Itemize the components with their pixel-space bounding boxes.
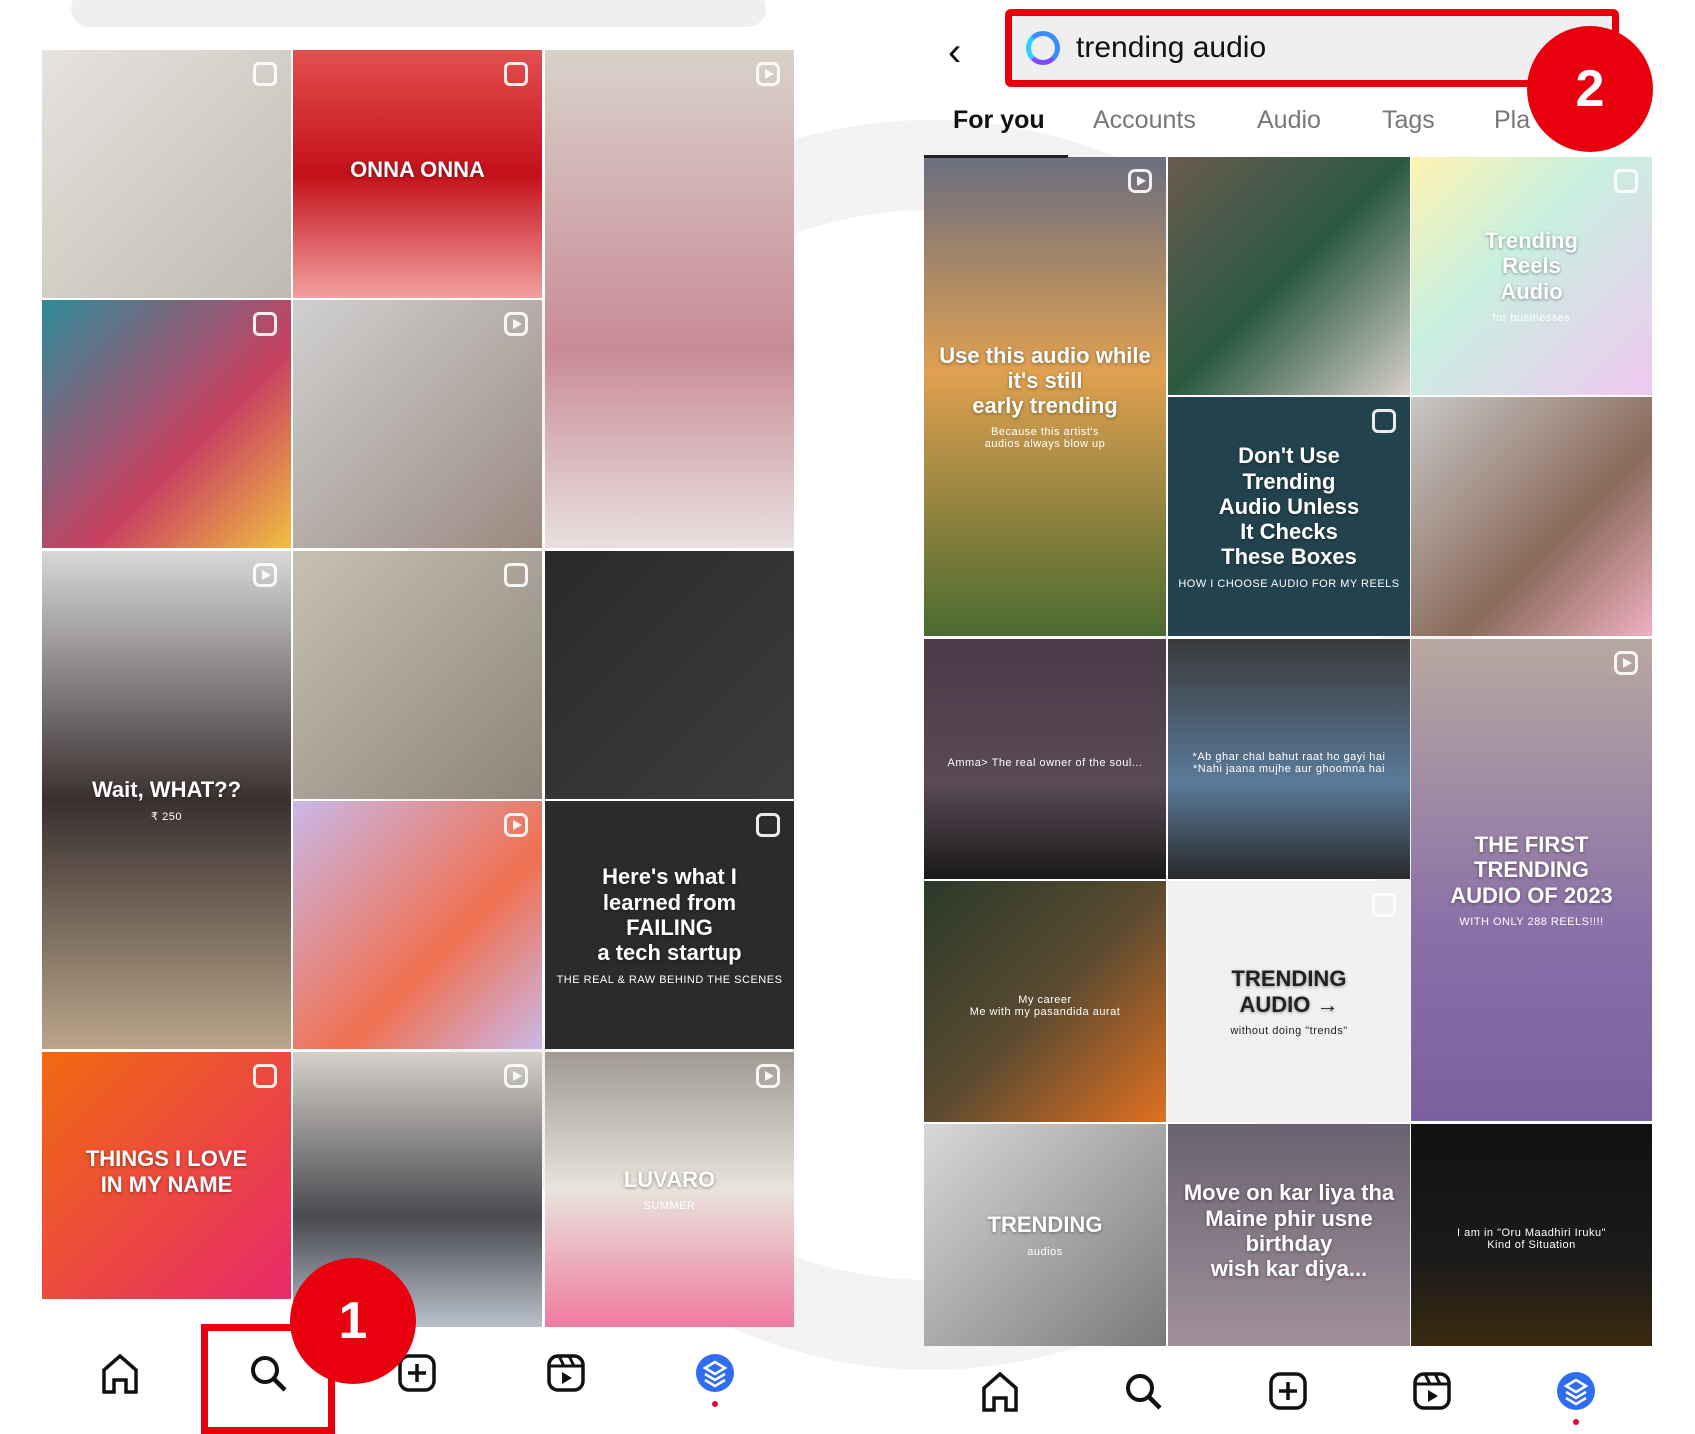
- tab-places[interactable]: Pla: [1494, 106, 1530, 135]
- grid-post[interactable]: TRENDING audios: [924, 1124, 1166, 1346]
- profile-nav-button[interactable]: [1554, 1369, 1598, 1413]
- home-icon: [102, 1353, 138, 1394]
- post-caption: Use this audio while it's still early tr…: [939, 342, 1151, 419]
- carousel-icon: [504, 563, 528, 587]
- post-subcaption: THE REAL & RAW BEHIND THE SCENES: [556, 973, 783, 986]
- tab-audio[interactable]: Audio: [1257, 106, 1321, 135]
- post-subcaption: audios: [1027, 1245, 1063, 1258]
- grid-post[interactable]: *Ab ghar chal bahut raat ho gayi hai *Na…: [1168, 639, 1410, 879]
- reel-icon: [756, 62, 780, 86]
- reel-icon: [504, 312, 528, 336]
- carousel-icon: [1614, 169, 1638, 193]
- grid-post[interactable]: ONNA ONNA: [293, 50, 542, 298]
- profile-nav-button[interactable]: [693, 1351, 737, 1395]
- post-caption: LUVARO: [623, 1166, 716, 1192]
- post-caption: Trending Reels Audio: [1485, 228, 1578, 304]
- grid-post[interactable]: [293, 801, 542, 1049]
- grid-post[interactable]: Don't Use Trending Audio Unless It Check…: [1168, 397, 1410, 636]
- post-subcaption: WITH ONLY 288 REELS!!!!: [1459, 915, 1604, 928]
- grid-post[interactable]: Use this audio while it's still early tr…: [924, 157, 1166, 636]
- grid-post[interactable]: Amma> The real owner of the soul...: [924, 639, 1166, 879]
- home-icon: [982, 1371, 1018, 1412]
- grid-post[interactable]: [42, 300, 291, 548]
- reel-icon: [1614, 651, 1638, 675]
- grid-post[interactable]: [293, 300, 542, 548]
- post-caption: Wait, WHAT??: [91, 776, 242, 802]
- grid-post[interactable]: I am in "Oru Maadhiri Iruku" Kind of Sit…: [1411, 1124, 1652, 1346]
- post-subcaption: *Ab ghar chal bahut raat ho gayi hai *Na…: [1192, 751, 1386, 775]
- home-nav-button[interactable]: [978, 1369, 1022, 1413]
- reels-icon: [1413, 1372, 1451, 1410]
- post-subcaption: I am in "Oru Maadhiri Iruku" Kind of Sit…: [1457, 1227, 1606, 1251]
- post-subcaption: without doing "trends": [1230, 1024, 1348, 1037]
- tab-accounts[interactable]: Accounts: [1093, 106, 1196, 135]
- post-subcaption: Because this artist's audios always blow…: [984, 426, 1106, 451]
- active-tab-indicator: [924, 155, 1068, 158]
- grid-post[interactable]: THE FIRST TRENDING AUDIO OF 2023 WITH ONL…: [1411, 639, 1652, 1121]
- post-caption: ONNA ONNA: [350, 157, 485, 183]
- home-nav-button[interactable]: [98, 1351, 142, 1395]
- post-subcaption: Amma> The real owner of the soul...: [947, 757, 1143, 769]
- search-input[interactable]: [1076, 31, 1496, 65]
- post-caption: Move on kar liya tha Maine phir usne bir…: [1183, 1180, 1395, 1282]
- grid-post[interactable]: [42, 50, 291, 298]
- grid-post[interactable]: Here's what I learned from FAILING a tec…: [545, 801, 794, 1049]
- reels-icon: [547, 1354, 585, 1392]
- grid-post[interactable]: [545, 551, 794, 799]
- grid-post[interactable]: My career Me with my pasandida aurat: [924, 881, 1166, 1122]
- carousel-icon: [1372, 893, 1396, 917]
- reels-nav-button[interactable]: [544, 1351, 588, 1395]
- post-subcaption: ₹ 250: [151, 811, 182, 824]
- profile-icon: [1557, 1372, 1595, 1410]
- tab-for-you[interactable]: For you: [953, 106, 1045, 135]
- step-1-badge: 1: [290, 1258, 416, 1384]
- grid-post[interactable]: LUVARO SUMMER: [545, 1052, 794, 1327]
- grid-post[interactable]: [293, 551, 542, 799]
- tab-tags[interactable]: Tags: [1382, 106, 1435, 135]
- carousel-icon: [504, 62, 528, 86]
- reel-icon: [756, 1064, 780, 1088]
- notification-dot: [1573, 1419, 1579, 1425]
- post-caption: THE FIRST TRENDING AUDIO OF 2023: [1450, 832, 1613, 908]
- grid-post[interactable]: THINGS I LOVE IN MY NAME: [42, 1052, 291, 1299]
- grid-post[interactable]: [1411, 397, 1652, 636]
- grid-post[interactable]: [1168, 157, 1410, 395]
- reel-icon: [253, 563, 277, 587]
- reel-icon: [504, 1064, 528, 1088]
- reels-nav-button[interactable]: [1410, 1369, 1454, 1413]
- post-subcaption: for businesses: [1492, 311, 1571, 324]
- post-subcaption: My career Me with my pasandida aurat: [969, 993, 1121, 1018]
- create-icon: [1269, 1372, 1307, 1410]
- carousel-icon: [756, 813, 780, 837]
- reel-icon: [504, 813, 528, 837]
- carousel-icon: [1372, 409, 1396, 433]
- create-nav-button[interactable]: [1266, 1369, 1310, 1413]
- post-caption: Don't Use Trending Audio Unless It Check…: [1218, 443, 1360, 570]
- search-icon: [1126, 1374, 1162, 1410]
- post-caption: THINGS I LOVE IN MY NAME: [85, 1146, 248, 1197]
- grid-post[interactable]: Move on kar liya tha Maine phir usne bir…: [1168, 1124, 1410, 1346]
- post-subcaption: SUMMER: [643, 1200, 696, 1213]
- reel-icon: [1128, 169, 1152, 193]
- post-subcaption: HOW I CHOOSE AUDIO FOR MY REELS: [1178, 577, 1400, 590]
- carousel-icon: [253, 62, 277, 86]
- left-search-bar[interactable]: [71, 0, 766, 27]
- carousel-icon: [253, 1064, 277, 1088]
- search-nav-button[interactable]: [1121, 1369, 1165, 1413]
- post-caption: Here's what I learned from FAILING a tec…: [597, 864, 742, 966]
- search-input-box[interactable]: [1005, 9, 1619, 87]
- post-caption: TRENDING AUDIO →: [1231, 966, 1347, 1017]
- grid-post[interactable]: Wait, WHAT?? ₹ 250: [42, 551, 291, 1049]
- grid-post[interactable]: Trending Reels Audio for businesses: [1411, 157, 1652, 395]
- meta-ai-ring-icon: [1026, 31, 1060, 65]
- step-2-badge: 2: [1527, 26, 1653, 152]
- back-button[interactable]: ‹: [948, 30, 961, 75]
- notification-dot: [712, 1401, 718, 1407]
- grid-post[interactable]: TRENDING AUDIO → without doing "trends": [1168, 881, 1410, 1122]
- carousel-icon: [253, 312, 277, 336]
- profile-icon: [696, 1354, 734, 1392]
- grid-post[interactable]: [545, 50, 794, 548]
- post-caption: TRENDING: [987, 1212, 1103, 1238]
